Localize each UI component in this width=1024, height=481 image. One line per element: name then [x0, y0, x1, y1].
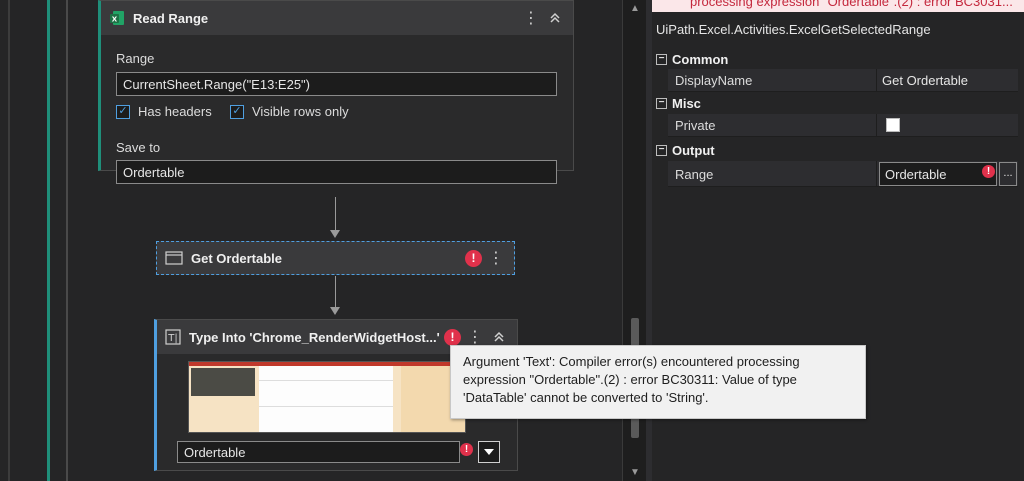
text-input[interactable]: Ordertable — [177, 441, 460, 463]
read-range-activity[interactable]: X Read Range ⋮ Range CurrentSheet.Range(… — [98, 0, 574, 184]
kebab-menu-icon[interactable]: ⋮ — [465, 327, 485, 347]
type-into-title: Type Into 'Chrome_RenderWidgetHost...' — [189, 329, 440, 345]
svg-text:T|: T| — [167, 333, 177, 344]
error-icon[interactable]: ! — [465, 249, 482, 267]
target-screenshot-thumbnail[interactable] — [188, 361, 466, 433]
category-label: Output — [672, 142, 715, 158]
checkmark-icon: ✓ — [116, 104, 130, 119]
checkmark-icon: ✓ — [230, 104, 244, 119]
property-row-range[interactable]: Range Ordertable ! ... — [668, 161, 1018, 187]
category-output[interactable]: − Output — [656, 139, 715, 161]
property-name: DisplayName — [675, 73, 753, 88]
range-output-value: Ordertable — [885, 167, 947, 182]
chevron-up-icon[interactable]: ▲ — [629, 4, 641, 14]
read-range-title: Read Range — [133, 10, 209, 26]
visible-rows-checkbox[interactable]: ✓ Visible rows only — [230, 104, 349, 119]
category-label: Common — [672, 51, 729, 67]
collapse-toggle-icon[interactable]: − — [656, 97, 667, 109]
activity-type-name: UiPath.Excel.Activities.ExcelGetSelected… — [656, 22, 931, 37]
error-icon[interactable]: ! — [444, 328, 461, 346]
displayname-value[interactable]: Get Ordertable — [882, 73, 968, 88]
error-banner: processing expression "Ordertable".(2) :… — [652, 0, 1024, 12]
ellipsis-button[interactable]: ... — [999, 162, 1017, 186]
get-ordertable-title: Get Ordertable — [191, 250, 283, 266]
visible-rows-label: Visible rows only — [252, 104, 349, 119]
error-icon[interactable]: ! — [460, 443, 473, 456]
get-ordertable-header[interactable]: Get Ordertable ! ⋮ — [157, 242, 514, 274]
property-row-private[interactable]: Private — [668, 114, 1018, 137]
category-common[interactable]: − Common — [656, 48, 728, 70]
get-ordertable-activity[interactable]: Get Ordertable ! ⋮ — [156, 241, 515, 275]
svg-text:X: X — [112, 16, 118, 24]
has-headers-checkbox[interactable]: ✓ Has headers — [116, 104, 212, 119]
property-name: Private — [675, 118, 716, 133]
property-name: Range — [675, 167, 714, 182]
has-headers-label: Has headers — [138, 104, 212, 119]
error-banner-text: processing expression "Ordertable".(2) :… — [690, 0, 1013, 9]
chevron-down-icon[interactable] — [478, 441, 500, 463]
error-icon[interactable]: ! — [982, 165, 995, 178]
flow-connector — [335, 197, 336, 232]
sequence-rail-left — [8, 0, 10, 481]
type-into-icon: T| — [165, 329, 181, 345]
save-to-input[interactable]: Ordertable — [116, 160, 557, 184]
collapse-toggle-icon[interactable]: − — [656, 53, 667, 65]
flow-connector — [335, 276, 336, 309]
sequence-rail-inner — [66, 0, 68, 481]
chevron-down-icon[interactable]: ▼ — [629, 468, 641, 478]
collapse-toggle-icon[interactable]: − — [656, 144, 667, 156]
read-range-header[interactable]: X Read Range ⋮ — [101, 1, 573, 35]
kebab-menu-icon[interactable]: ⋮ — [486, 248, 506, 268]
kebab-menu-icon[interactable]: ⋮ — [521, 8, 541, 28]
flow-arrowhead — [330, 230, 340, 238]
range-output-input[interactable]: Ordertable ! — [879, 162, 997, 186]
sequence-rail-teal — [47, 0, 50, 481]
private-checkbox[interactable] — [886, 118, 900, 132]
collapse-chevron-icon[interactable] — [489, 327, 509, 347]
save-to-label: Save to — [116, 140, 161, 155]
collapse-chevron-icon[interactable] — [545, 8, 565, 28]
flow-arrowhead — [330, 307, 340, 315]
excel-icon: X — [109, 10, 125, 26]
property-row-displayname[interactable]: DisplayName Get Ordertable — [668, 69, 1018, 92]
category-misc[interactable]: − Misc — [656, 92, 701, 114]
category-label: Misc — [672, 95, 701, 111]
error-tooltip: Argument 'Text': Compiler error(s) encou… — [450, 345, 866, 419]
range-input[interactable]: CurrentSheet.Range("E13:E25") — [116, 72, 557, 96]
range-label: Range — [116, 51, 155, 66]
window-icon — [165, 251, 183, 265]
